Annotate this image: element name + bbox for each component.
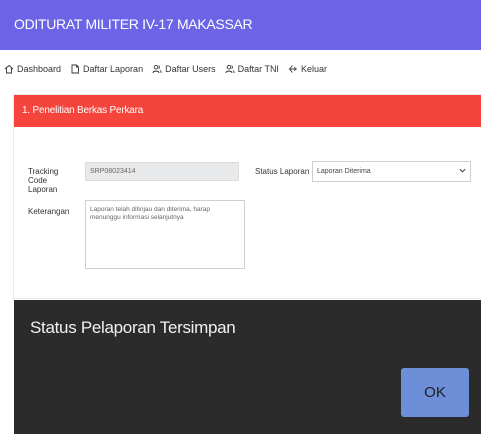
app-title: ODITURAT MILITER IV-17 MAKASSAR bbox=[14, 16, 253, 32]
nav-item-daftar-users[interactable]: Daftar Users bbox=[152, 64, 216, 74]
nav-item-label: Daftar Users bbox=[165, 64, 216, 74]
nav-item-label: Daftar TNI bbox=[237, 64, 279, 74]
dialog-message: Status Pelaporan Tersimpan bbox=[30, 318, 236, 337]
status-laporan-label: Status Laporan bbox=[255, 167, 310, 176]
keterangan-label: Keterangan bbox=[28, 207, 70, 216]
nav-item-label: Dashboard bbox=[17, 64, 62, 74]
logout-icon bbox=[288, 64, 298, 74]
nav-item-label: Keluar bbox=[300, 64, 327, 74]
card-title: 1. Penelitian Berkas Perkara bbox=[22, 105, 144, 116]
home-icon bbox=[4, 64, 14, 74]
keterangan-textarea[interactable]: Laporan telah ditinjau dan diterima, har… bbox=[85, 200, 245, 269]
document-icon bbox=[70, 64, 80, 74]
main-nav: Dashboard Daftar Laporan Daftar Users Da… bbox=[4, 61, 327, 77]
top-bar: ODITURAT MILITER IV-17 MAKASSAR bbox=[0, 0, 481, 50]
status-dialog: Status Pelaporan Tersimpan OK bbox=[14, 300, 481, 434]
status-laporan-select[interactable]: Laporan Diterima bbox=[312, 161, 471, 182]
card-header: 1. Penelitian Berkas Perkara bbox=[14, 95, 481, 127]
status-laporan-value: Laporan Diterima bbox=[317, 168, 371, 175]
users-icon bbox=[152, 64, 162, 74]
nav-item-keluar[interactable]: Keluar bbox=[288, 64, 327, 74]
nav-item-dashboard[interactable]: Dashboard bbox=[4, 64, 61, 74]
nav-item-daftar-laporan[interactable]: Daftar Laporan bbox=[70, 64, 143, 74]
nav-item-daftar-tni[interactable]: Daftar TNI bbox=[225, 64, 279, 74]
ok-button[interactable]: OK bbox=[401, 368, 469, 417]
tracking-code-field: SRP08023414 bbox=[85, 162, 239, 181]
users-icon bbox=[225, 64, 235, 74]
tracking-code-label: Tracking Code Laporan bbox=[28, 167, 59, 194]
chevron-down-icon bbox=[459, 167, 466, 176]
nav-item-label: Daftar Laporan bbox=[83, 64, 144, 74]
penelitian-card: 1. Penelitian Berkas Perkara Tracking Co… bbox=[14, 95, 481, 298]
